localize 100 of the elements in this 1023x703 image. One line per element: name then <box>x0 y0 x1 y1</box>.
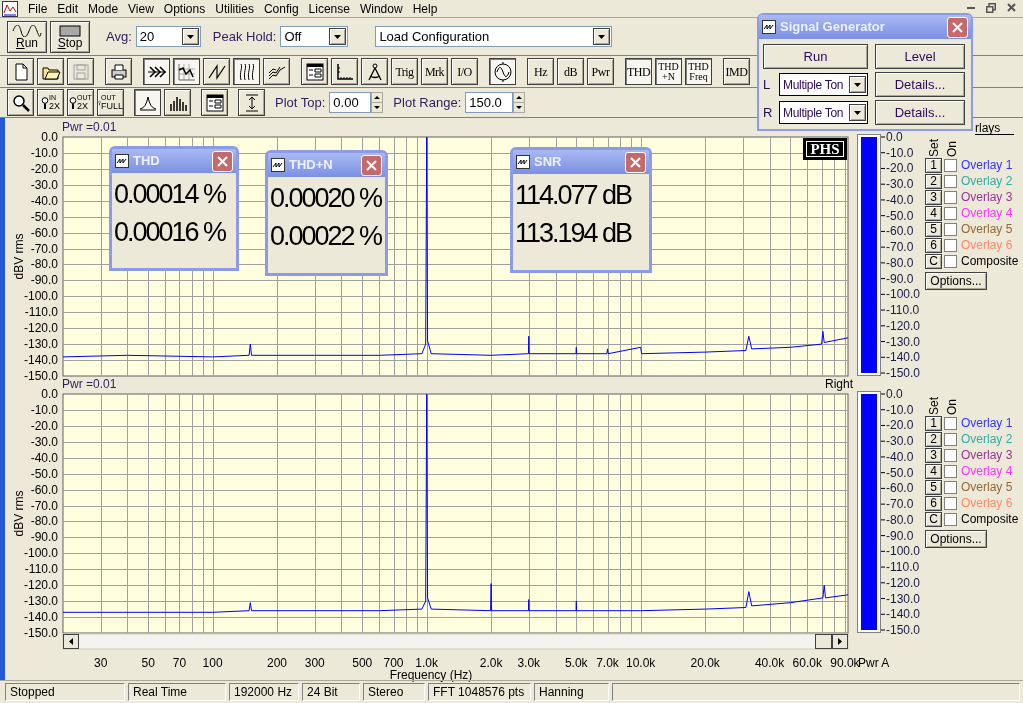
checkbox[interactable] <box>944 432 957 446</box>
overlay-label: Overlay 2 <box>961 431 1013 448</box>
options-button[interactable]: Options... <box>925 530 987 548</box>
checkbox[interactable] <box>944 464 957 478</box>
toolbar-button[interactable] <box>233 58 260 85</box>
set-button[interactable]: 1 <box>925 415 942 431</box>
axis-tick-label: -50.0 <box>30 466 58 481</box>
set-button[interactable]: C <box>925 253 942 269</box>
menu-item[interactable]: Help <box>407 0 443 18</box>
toolbar-button[interactable]: Pwr <box>587 58 614 85</box>
menu-item[interactable]: Config <box>258 0 304 18</box>
toolbar-button[interactable]: THD <box>625 58 652 85</box>
details-button[interactable]: Details... <box>875 72 965 97</box>
scrollbar-track[interactable] <box>62 633 849 650</box>
run-button[interactable]: Run <box>763 44 868 69</box>
set-button[interactable]: 5 <box>925 221 942 237</box>
status-cell: Hanning <box>534 683 609 701</box>
toolbar-button[interactable] <box>331 58 358 85</box>
close-button[interactable] <box>625 151 646 173</box>
menu-item[interactable]: Mode <box>83 0 124 18</box>
set-button[interactable]: 5 <box>925 479 942 495</box>
checkbox[interactable] <box>944 222 957 236</box>
toolbar-button[interactable]: Hz <box>527 58 554 85</box>
set-button[interactable]: 3 <box>925 189 942 205</box>
peak-hold-dropdown[interactable]: Off <box>280 26 349 47</box>
close-button[interactable] <box>947 16 968 38</box>
toolbar-button[interactable] <box>37 58 64 85</box>
scroll-right-button[interactable] <box>832 634 848 649</box>
axis-title: dBV rms <box>12 233 26 280</box>
menu-item[interactable]: Utilities <box>210 0 259 18</box>
set-button[interactable]: 4 <box>925 205 942 221</box>
toolbar-button[interactable] <box>173 58 200 85</box>
menu-item[interactable]: Edit <box>52 0 84 18</box>
spinner-button[interactable] <box>513 92 526 113</box>
checkbox[interactable] <box>944 190 957 204</box>
menu-item[interactable]: Window <box>354 0 408 18</box>
details-button[interactable]: Details... <box>875 100 965 125</box>
meter-scale-label: -130.0 <box>886 591 921 606</box>
menu-item[interactable]: License <box>303 0 355 18</box>
toolbar-button[interactable]: I/O <box>451 58 478 85</box>
avg-dropdown[interactable]: 20 <box>135 26 201 47</box>
menu-item[interactable]: Options <box>158 0 211 18</box>
checkbox[interactable] <box>944 254 957 268</box>
toolbar-button[interactable]: THD +N <box>655 58 682 85</box>
set-button[interactable]: 2 <box>925 431 942 447</box>
axis-tick-label: -90.0 <box>30 273 58 288</box>
number-field[interactable]: 150.0 <box>465 92 514 113</box>
checkbox[interactable] <box>944 158 957 172</box>
toolbar-button[interactable] <box>201 89 228 116</box>
set-button[interactable]: C <box>925 511 942 527</box>
axis-tick-label: -110.0 <box>24 305 58 320</box>
toolbar-button[interactable] <box>143 58 170 85</box>
toolbar-button[interactable]: THD Freq <box>685 58 712 85</box>
toolbar-button[interactable] <box>238 89 265 116</box>
set-button[interactable]: 3 <box>925 447 942 463</box>
set-button[interactable]: 6 <box>925 495 942 511</box>
set-button[interactable]: 6 <box>925 237 942 253</box>
signal-dropdown[interactable]: Multiple Ton <box>779 101 868 124</box>
set-button[interactable]: 4 <box>925 463 942 479</box>
toolbar-button[interactable] <box>489 58 516 85</box>
checkbox[interactable] <box>944 238 957 252</box>
scroll-left-button[interactable] <box>63 634 79 649</box>
toolbar-button[interactable] <box>105 58 132 85</box>
toolbar-button[interactable] <box>7 89 34 116</box>
set-button[interactable]: 1 <box>925 157 942 173</box>
menu-item[interactable]: File <box>23 0 53 18</box>
checkbox[interactable] <box>944 206 957 220</box>
toolbar-button[interactable] <box>301 58 328 85</box>
toolbar-button[interactable]: Trig <box>391 58 418 85</box>
toolbar-button[interactable]: IMD <box>723 58 750 85</box>
run-button[interactable]: Run <box>7 20 47 53</box>
close-button[interactable] <box>361 154 382 176</box>
level-button[interactable]: Level <box>875 44 965 69</box>
number-field[interactable]: 0.00 <box>329 92 372 113</box>
scroll-thumb[interactable] <box>815 634 832 649</box>
toolbar-button[interactable] <box>361 58 388 85</box>
spinner-button[interactable] <box>371 92 384 113</box>
checkbox[interactable] <box>944 448 957 462</box>
set-button[interactable]: 2 <box>925 173 942 189</box>
toolbar-button[interactable]: Mrk <box>421 58 448 85</box>
close-button[interactable] <box>212 150 233 172</box>
sawtooth-icon <box>206 61 227 82</box>
toolbar-button[interactable]: dB <box>557 58 584 85</box>
toolbar-button[interactable] <box>164 89 191 116</box>
checkbox[interactable] <box>944 174 957 188</box>
meter-scale-label: 0.0 <box>886 387 903 401</box>
checkbox[interactable] <box>944 496 957 510</box>
checkbox[interactable] <box>944 416 957 430</box>
options-button[interactable]: Options... <box>925 272 987 290</box>
checkbox[interactable] <box>944 480 957 494</box>
toolbar-button[interactable] <box>263 58 290 85</box>
axis-tick-label: 60.0k <box>792 656 822 670</box>
toolbar-button[interactable] <box>7 58 34 85</box>
toolbar-button[interactable] <box>134 89 161 116</box>
stop-button[interactable]: Stop <box>50 20 90 53</box>
signal-dropdown[interactable]: Multiple Ton <box>779 73 868 96</box>
toolbar-button[interactable] <box>203 58 230 85</box>
menu-item[interactable]: View <box>123 0 159 18</box>
configuration-dropdown[interactable]: Load Configuration <box>375 26 613 47</box>
checkbox[interactable] <box>944 512 957 526</box>
